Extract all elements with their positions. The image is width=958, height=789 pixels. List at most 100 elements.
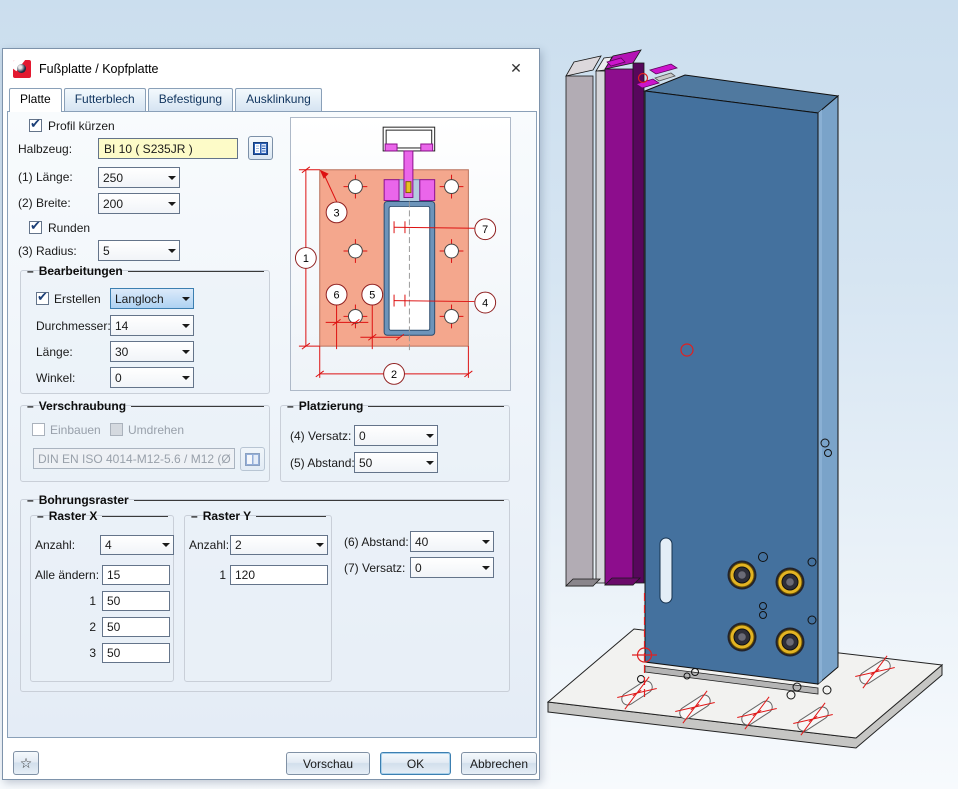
breite-label: (2) Breite: bbox=[18, 196, 71, 210]
callout-2: 2 bbox=[384, 364, 405, 385]
platzierung-abstand-combo[interactable]: 50 bbox=[354, 452, 438, 473]
catalog-icon bbox=[253, 142, 268, 155]
tab-ausklinkung[interactable]: Ausklinkung bbox=[235, 88, 322, 111]
callout-5: 5 bbox=[362, 284, 383, 305]
tab-strip: Platte Futterblech Befestigung Ausklinku… bbox=[9, 88, 322, 111]
halbzeug-field[interactable]: BI 10 ( S235JR ) bbox=[98, 138, 238, 159]
halbzeug-catalog-button[interactable] bbox=[248, 136, 273, 160]
svg-text:4: 4 bbox=[482, 298, 488, 310]
langloch-laenge-combo[interactable]: 30 bbox=[110, 341, 194, 362]
cad-3d-viewport[interactable] bbox=[541, 0, 958, 789]
platzierung-title: Platzierung bbox=[299, 399, 364, 413]
radius-value: 5 bbox=[99, 244, 164, 258]
platzierung-abstand-value: 50 bbox=[355, 456, 422, 470]
breite-value: 200 bbox=[99, 197, 164, 211]
halbzeug-label: Halbzeug: bbox=[18, 142, 72, 156]
chevron-down-icon bbox=[312, 536, 327, 554]
erstellen-label: Erstellen bbox=[54, 292, 101, 306]
callout-6: 6 bbox=[326, 284, 347, 305]
profil-kuerzen-checkbox[interactable] bbox=[29, 119, 42, 132]
winkel-label: Winkel: bbox=[36, 371, 75, 385]
laenge-combo[interactable]: 250 bbox=[98, 167, 180, 188]
durchmesser-label: Durchmesser: bbox=[36, 319, 111, 333]
verschraubung-title: Verschraubung bbox=[39, 399, 126, 413]
durchmesser-combo[interactable]: 14 bbox=[110, 315, 194, 336]
chevron-down-icon bbox=[164, 168, 179, 187]
tab-befestigung[interactable]: Befestigung bbox=[148, 88, 233, 111]
radius-combo[interactable]: 5 bbox=[98, 240, 180, 261]
preview-drawing: 1 2 3 4 5 6 7 bbox=[291, 118, 510, 390]
callout-3: 3 bbox=[326, 202, 347, 223]
raster-x-alle-label: Alle ändern: bbox=[35, 568, 99, 582]
catalog-icon bbox=[245, 453, 260, 466]
raster-versatz-value: 0 bbox=[411, 561, 478, 575]
einbauen-checkbox[interactable] bbox=[32, 423, 45, 436]
raster-y-row1-input[interactable]: 120 bbox=[230, 565, 328, 585]
steel-column bbox=[645, 75, 838, 684]
winkel-value: 0 bbox=[111, 371, 178, 385]
star-icon: ☆ bbox=[20, 755, 33, 772]
breite-combo[interactable]: 200 bbox=[98, 193, 180, 214]
chevron-down-icon bbox=[164, 241, 179, 260]
winkel-combo[interactable]: 0 bbox=[110, 367, 194, 388]
raster-versatz-combo[interactable]: 0 bbox=[410, 557, 494, 578]
ok-button[interactable]: OK bbox=[380, 752, 451, 775]
raster-x-anzahl-label: Anzahl: bbox=[35, 538, 75, 552]
umdrehen-label: Umdrehen bbox=[128, 423, 184, 437]
chevron-down-icon bbox=[178, 342, 193, 361]
chevron-down-icon bbox=[422, 453, 437, 472]
raster-y-title: Raster Y bbox=[203, 509, 251, 523]
platzierung-versatz-value: 0 bbox=[355, 429, 422, 443]
laenge-value: 250 bbox=[99, 171, 164, 185]
erstellen-checkbox[interactable] bbox=[36, 292, 49, 305]
raster-x-row1-input[interactable]: 50 bbox=[102, 591, 170, 611]
tab-futterblech[interactable]: Futterblech bbox=[64, 88, 146, 111]
chevron-down-icon bbox=[178, 368, 193, 387]
abbrechen-button[interactable]: Abbrechen bbox=[461, 752, 537, 775]
bearbeitung-typ-combo[interactable]: Langloch bbox=[110, 288, 194, 309]
chevron-down-icon bbox=[164, 194, 179, 213]
svg-text:2: 2 bbox=[391, 369, 397, 381]
close-icon[interactable]: ✕ bbox=[505, 57, 527, 79]
svg-text:1: 1 bbox=[303, 253, 309, 265]
group-verschraubung: Verschraubung bbox=[20, 405, 270, 482]
vorschau-button[interactable]: Vorschau bbox=[286, 752, 370, 775]
raster-x-row3-value: 50 bbox=[107, 646, 120, 660]
umdrehen-checkbox[interactable] bbox=[110, 423, 123, 436]
profil-kuerzen-label: Profil kürzen bbox=[48, 119, 115, 133]
mullion-profiles bbox=[566, 50, 644, 586]
raster-abstand-combo[interactable]: 40 bbox=[410, 531, 494, 552]
tab-platte[interactable]: Platte bbox=[9, 88, 62, 112]
schraube-field: DIN EN ISO 4014-M12-5.6 / M12 (Ø bbox=[33, 448, 235, 469]
platzierung-abstand-label: (5) Abstand: bbox=[290, 456, 355, 470]
chevron-down-icon bbox=[178, 316, 193, 335]
platzierung-versatz-combo[interactable]: 0 bbox=[354, 425, 438, 446]
raster-y-row1-value: 120 bbox=[235, 568, 255, 582]
raster-x-row3-index: 3 bbox=[80, 646, 96, 660]
laenge-label: (1) Länge: bbox=[18, 170, 73, 184]
chevron-down-icon bbox=[158, 536, 173, 554]
runden-checkbox[interactable] bbox=[29, 221, 42, 234]
raster-x-row2-index: 2 bbox=[80, 620, 96, 634]
svg-text:5: 5 bbox=[369, 290, 375, 302]
column-notch bbox=[660, 538, 672, 603]
raster-x-row3-input[interactable]: 50 bbox=[102, 643, 170, 663]
dialog-title: Fußplatte / Kopfplatte bbox=[39, 62, 159, 76]
chevron-down-icon bbox=[478, 558, 493, 577]
favorites-button[interactable]: ☆ bbox=[13, 751, 39, 775]
raster-x-anzahl-combo[interactable]: 4 bbox=[100, 535, 174, 555]
raster-x-alle-input[interactable]: 15 bbox=[102, 565, 170, 585]
model-3d-drawing bbox=[541, 0, 958, 789]
durchmesser-value: 14 bbox=[111, 319, 178, 333]
chevron-down-icon bbox=[478, 532, 493, 551]
raster-x-row2-input[interactable]: 50 bbox=[102, 617, 170, 637]
svg-text:3: 3 bbox=[334, 207, 340, 219]
raster-y-anzahl-value: 2 bbox=[231, 538, 312, 552]
raster-y-anzahl-combo[interactable]: 2 bbox=[230, 535, 328, 555]
einbauen-label: Einbauen bbox=[50, 423, 101, 437]
schraube-value: DIN EN ISO 4014-M12-5.6 / M12 (Ø bbox=[38, 452, 231, 466]
raster-x-row1-index: 1 bbox=[80, 594, 96, 608]
raster-x-row2-value: 50 bbox=[107, 620, 120, 634]
profile-section bbox=[384, 151, 435, 352]
dialog-titlebar[interactable]: Fußplatte / Kopfplatte ✕ bbox=[3, 49, 539, 88]
